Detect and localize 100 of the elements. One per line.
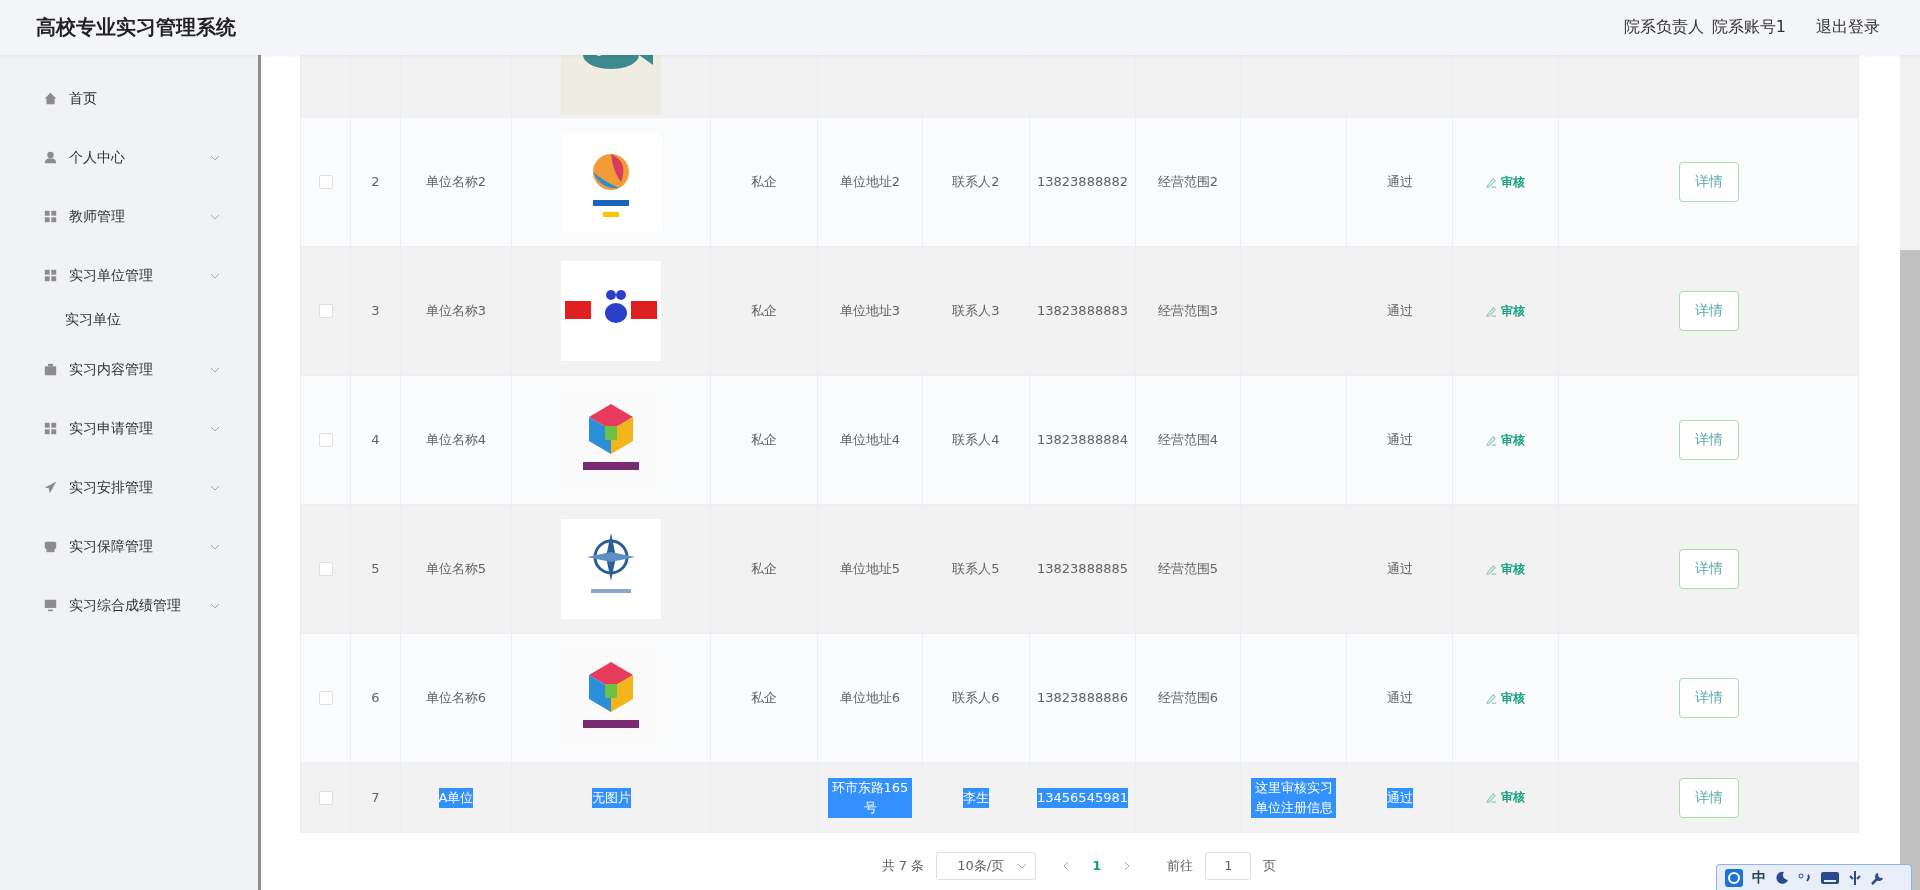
chevron-down-icon <box>210 484 220 491</box>
review-status: 通过 <box>1386 302 1413 320</box>
row-checkbox[interactable] <box>318 433 333 447</box>
menu-item[interactable]: 实习内容管理 <box>0 340 258 399</box>
monitor-icon <box>44 599 57 612</box>
menu-label: 实习综合成绩管理 <box>69 596 182 615</box>
wrench-icon[interactable] <box>1871 870 1885 885</box>
unit-name: 单位名称5 <box>425 560 487 578</box>
menu-label: 个人中心 <box>69 148 126 167</box>
grid-icon <box>44 269 57 282</box>
row-number: 7 <box>371 788 380 807</box>
business-scope: 经营范围4 <box>1157 431 1219 449</box>
grid-icon <box>44 210 57 223</box>
chevron-down-icon <box>1017 862 1028 869</box>
chevron-down-icon <box>210 366 220 373</box>
menu-label: 首页 <box>69 89 98 108</box>
row-checkbox[interactable] <box>318 304 333 318</box>
menu-label: 实习申请管理 <box>69 419 154 438</box>
review-status: 通过 <box>1386 787 1413 808</box>
grid-icon <box>44 422 57 435</box>
review-status: 通过 <box>1386 431 1413 449</box>
menu-item[interactable]: 实习申请管理 <box>0 399 258 458</box>
goto-page-input[interactable]: 1 <box>1205 851 1252 880</box>
unit-type: 私企 <box>751 689 777 707</box>
phone-number: 13823888882 <box>1037 173 1128 191</box>
goto-label: 前往 <box>1167 856 1194 875</box>
unit-address: 环市东路165号 <box>828 777 912 818</box>
menu-label: 教师管理 <box>69 207 126 226</box>
chevron-down-icon <box>210 543 220 550</box>
menu-label: 实习内容管理 <box>69 360 154 379</box>
review-link[interactable]: 审核 <box>1486 689 1525 707</box>
menu-item[interactable]: 实习保障管理 <box>0 517 258 576</box>
next-page-icon[interactable] <box>1123 860 1132 871</box>
row-number: 3 <box>371 302 380 320</box>
contact-person: 联系人3 <box>952 302 1000 320</box>
business-scope: 经营范围3 <box>1157 302 1219 320</box>
menu-item[interactable]: 首页 <box>0 69 258 128</box>
pencil-icon <box>1486 434 1497 446</box>
pencil-icon <box>1486 692 1497 704</box>
row-number: 4 <box>371 431 380 449</box>
menu-item[interactable]: 实习综合成绩管理 <box>0 576 258 635</box>
review-status: 通过 <box>1386 173 1413 191</box>
keyboard-icon[interactable] <box>1821 871 1839 884</box>
review-link[interactable]: 审核 <box>1486 431 1525 449</box>
contact-person: 李生 <box>963 787 989 808</box>
row-number: 6 <box>371 689 380 707</box>
moon-icon[interactable] <box>1775 870 1789 885</box>
remark-text: 这里审核实习单位注册信息 <box>1251 777 1336 818</box>
paper-plane-icon <box>44 481 57 494</box>
ime-logo-icon[interactable] <box>1725 868 1743 887</box>
row-checkbox[interactable] <box>318 562 333 576</box>
menu-label: 实习单位管理 <box>69 266 154 285</box>
user-role: 院系负责人 <box>1623 17 1704 38</box>
no-image-text: 无图片 <box>591 787 631 808</box>
unit-name: 单位名称2 <box>425 173 487 191</box>
home-icon <box>44 92 57 105</box>
phone-number: 13823888883 <box>1037 302 1128 320</box>
row-checkbox[interactable] <box>318 175 333 189</box>
menu-item[interactable]: 教师管理 <box>0 187 258 246</box>
row-checkbox[interactable] <box>318 790 333 805</box>
phone-number: 13456545981 <box>1037 787 1128 808</box>
review-link[interactable]: 审核 <box>1486 173 1525 191</box>
pencil-icon <box>1486 563 1497 575</box>
phone-number: 13823888886 <box>1037 689 1128 707</box>
unit-address: 单位地址2 <box>839 173 901 191</box>
chevron-down-icon <box>210 602 220 609</box>
contact-person: 联系人6 <box>952 689 1000 707</box>
pencil-icon <box>1486 792 1497 803</box>
row-checkbox[interactable] <box>318 691 333 705</box>
page-size-select[interactable]: 10条/页 <box>936 851 1037 880</box>
unit-address: 单位地址3 <box>839 302 901 320</box>
row-number: 2 <box>371 173 380 191</box>
contact-person: 联系人4 <box>952 431 1000 449</box>
pencil-icon <box>1486 176 1497 188</box>
row-number: 5 <box>371 560 380 578</box>
menu-label: 实习保障管理 <box>69 537 154 556</box>
unit-type: 私企 <box>751 302 777 320</box>
chevron-down-icon <box>210 213 220 220</box>
scrollbar[interactable] <box>1900 55 1920 890</box>
phone-number: 13823888885 <box>1037 560 1128 578</box>
input-mode[interactable]: 中 <box>1752 868 1766 887</box>
total-count: 共 7 条 <box>881 856 925 875</box>
pencil-icon <box>1486 305 1497 317</box>
unit-address: 单位地址4 <box>839 431 901 449</box>
menu-item[interactable]: 实习安排管理 <box>0 458 258 517</box>
unit-address: 单位地址5 <box>839 560 901 578</box>
unit-type: 私企 <box>751 431 777 449</box>
chevron-down-icon <box>210 154 220 161</box>
user-icon <box>44 151 57 164</box>
unit-address: 单位地址6 <box>839 689 901 707</box>
unit-type: 私企 <box>751 173 777 191</box>
previous-page-icon[interactable] <box>1062 860 1071 871</box>
business-scope: 经营范围6 <box>1157 689 1219 707</box>
logout-link[interactable]: 退出登录 <box>1816 17 1880 38</box>
business-scope: 经营范围5 <box>1157 560 1219 578</box>
unit-name: 单位名称4 <box>425 431 487 449</box>
page-suffix: 页 <box>1263 856 1277 875</box>
menu-item[interactable]: 个人中心 <box>0 128 258 187</box>
page-number[interactable]: 1 <box>1082 858 1112 873</box>
review-status: 通过 <box>1386 689 1413 707</box>
